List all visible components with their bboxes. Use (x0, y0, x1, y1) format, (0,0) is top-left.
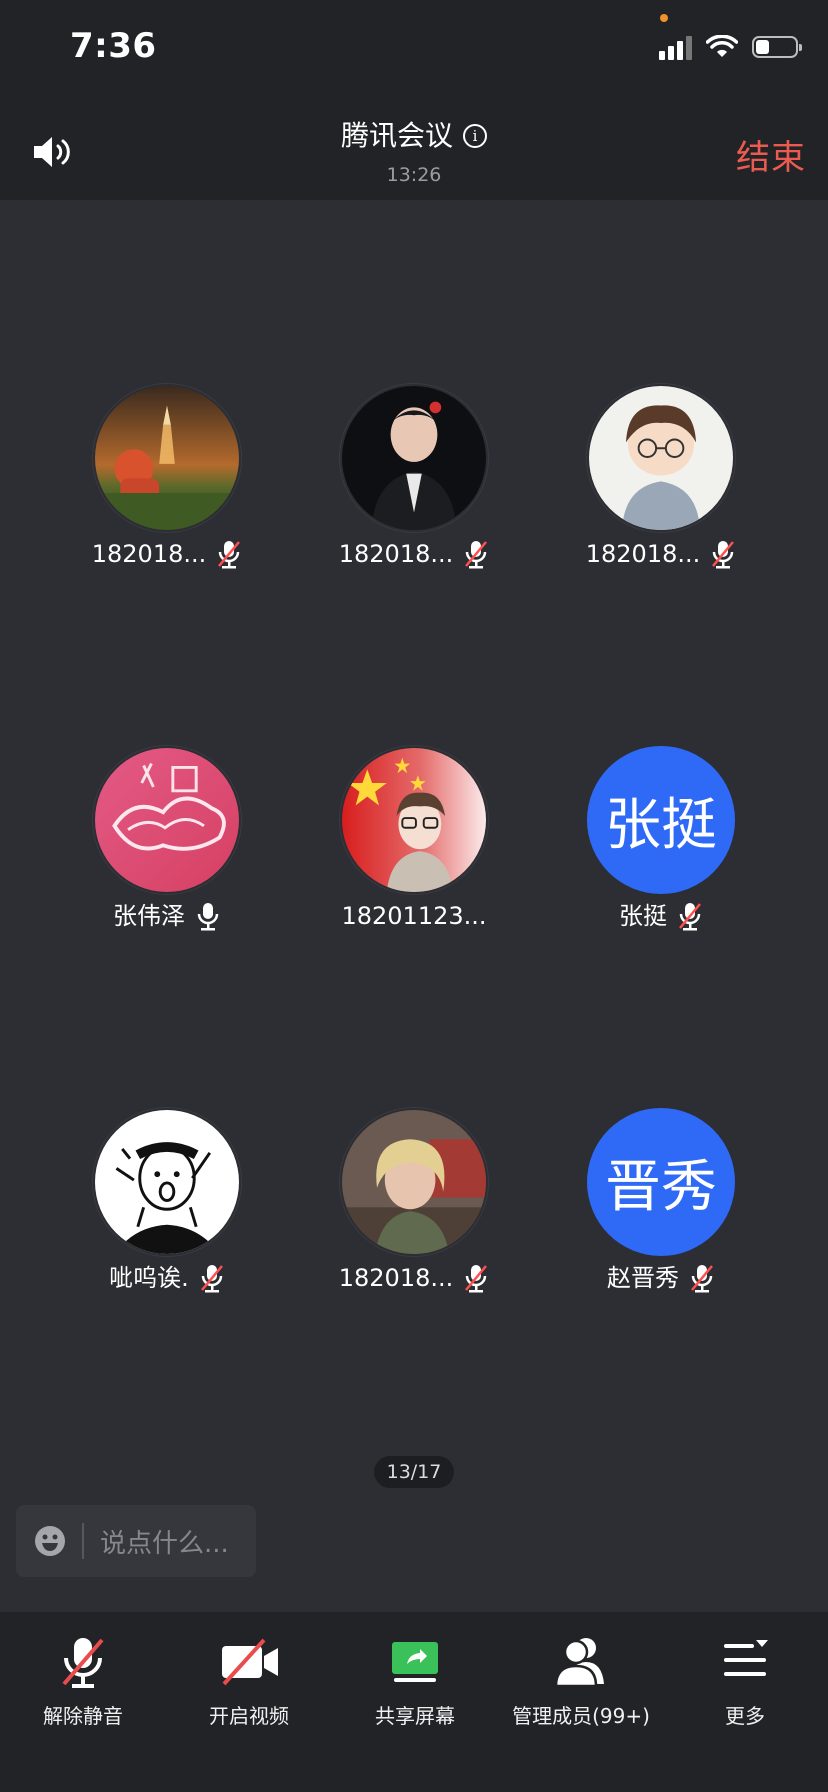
start-video-button[interactable]: 开启视频 (166, 1634, 332, 1729)
cartoon-sketch-icon (95, 1110, 239, 1254)
avatar (587, 384, 735, 532)
participant-name: 张挺 (619, 902, 667, 930)
participant-tile[interactable]: 182018... (541, 384, 781, 570)
status-time: 7:36 (70, 26, 157, 66)
meeting-duration: 13:26 (386, 164, 442, 186)
bottom-toolbar: 解除静音 开启视频 共享屏幕 管理成员(99+) 更多 (0, 1612, 828, 1792)
share-screen-label: 共享屏幕 (375, 1704, 455, 1728)
mic-muted-icon (463, 539, 489, 569)
participant-name: 赵晋秀 (607, 1264, 679, 1292)
page-indicator: 13/17 (374, 1456, 454, 1488)
start-video-label: 开启视频 (209, 1704, 289, 1728)
chat-input[interactable]: 说点什么... (16, 1505, 256, 1577)
avatar (340, 384, 488, 532)
share-screen-button[interactable]: 共享屏幕 (332, 1634, 498, 1729)
battery-icon (752, 36, 802, 58)
end-meeting-button[interactable]: 结束 (736, 130, 806, 179)
participant-name: 182018... (338, 1264, 454, 1292)
unmute-button[interactable]: 解除静音 (0, 1634, 166, 1729)
avatar (93, 746, 241, 894)
emoji-icon[interactable] (34, 1525, 66, 1557)
participant-tile[interactable]: 18201123... (294, 746, 534, 932)
portrait-photo-black-jacket-icon (342, 386, 486, 530)
meeting-title-text: 腾讯会议 (340, 119, 453, 152)
avatar (93, 1108, 241, 1256)
participant-name: 张伟泽 (113, 902, 185, 930)
participant-name: 呲呜诶. (109, 1264, 189, 1292)
participant-name: 18201123... (341, 902, 487, 930)
mic-muted-icon (689, 1263, 715, 1293)
avatar (340, 1108, 488, 1256)
cartoon-boy-glasses-icon (589, 386, 733, 530)
info-icon[interactable]: i (463, 124, 487, 148)
participant-tile[interactable]: 182018... (47, 384, 287, 570)
participant-tile[interactable]: 182018... (294, 384, 534, 570)
avatar-text: 晋秀 (587, 1108, 735, 1256)
video-off-icon (222, 1638, 278, 1686)
blonde-portrait-photo-icon (342, 1110, 486, 1254)
more-button[interactable]: 更多 (662, 1634, 828, 1729)
rocket-astronaut-photo-icon (95, 386, 239, 530)
share-screen-icon (392, 1642, 438, 1682)
avatar-text: 张挺 (587, 746, 735, 894)
participant-tile[interactable]: 张伟泽 (47, 746, 287, 932)
participant-tile[interactable]: 晋秀 赵晋秀 (541, 1108, 781, 1294)
privacy-indicator-dot (660, 14, 668, 22)
manage-members-button[interactable]: 管理成员(99+) (498, 1634, 664, 1729)
mic-muted-icon (463, 1263, 489, 1293)
cellular-signal-icon (659, 34, 692, 60)
manage-members-label: 管理成员(99+) (512, 1704, 650, 1728)
china-flag-cartoon-icon (342, 748, 486, 892)
unmute-label: 解除静音 (43, 1704, 123, 1728)
participant-name: 182018... (338, 540, 454, 568)
members-icon (554, 1638, 604, 1688)
avatar (93, 384, 241, 532)
mic-muted-icon (199, 1263, 225, 1293)
status-icons (659, 34, 802, 60)
chat-placeholder: 说点什么... (100, 1528, 229, 1559)
participant-tile[interactable]: 呲呜诶. (47, 1108, 287, 1294)
more-label: 更多 (725, 1704, 765, 1728)
meeting-title[interactable]: 腾讯会议 i (0, 118, 828, 154)
mic-on-icon (195, 901, 221, 931)
wifi-icon (706, 35, 738, 57)
participant-tile[interactable]: 张挺 张挺 (541, 746, 781, 932)
participant-name: 182018... (585, 540, 701, 568)
participant-name: 182018... (91, 540, 207, 568)
red-cloud-pattern-icon (95, 748, 239, 892)
mic-muted-icon (710, 539, 736, 569)
more-menu-icon (724, 1640, 768, 1676)
mic-muted-icon (216, 539, 242, 569)
mic-muted-icon (62, 1638, 104, 1688)
avatar (340, 746, 488, 894)
participant-tile[interactable]: 182018... (294, 1108, 534, 1294)
mic-muted-icon (677, 901, 703, 931)
chat-divider (82, 1523, 84, 1559)
